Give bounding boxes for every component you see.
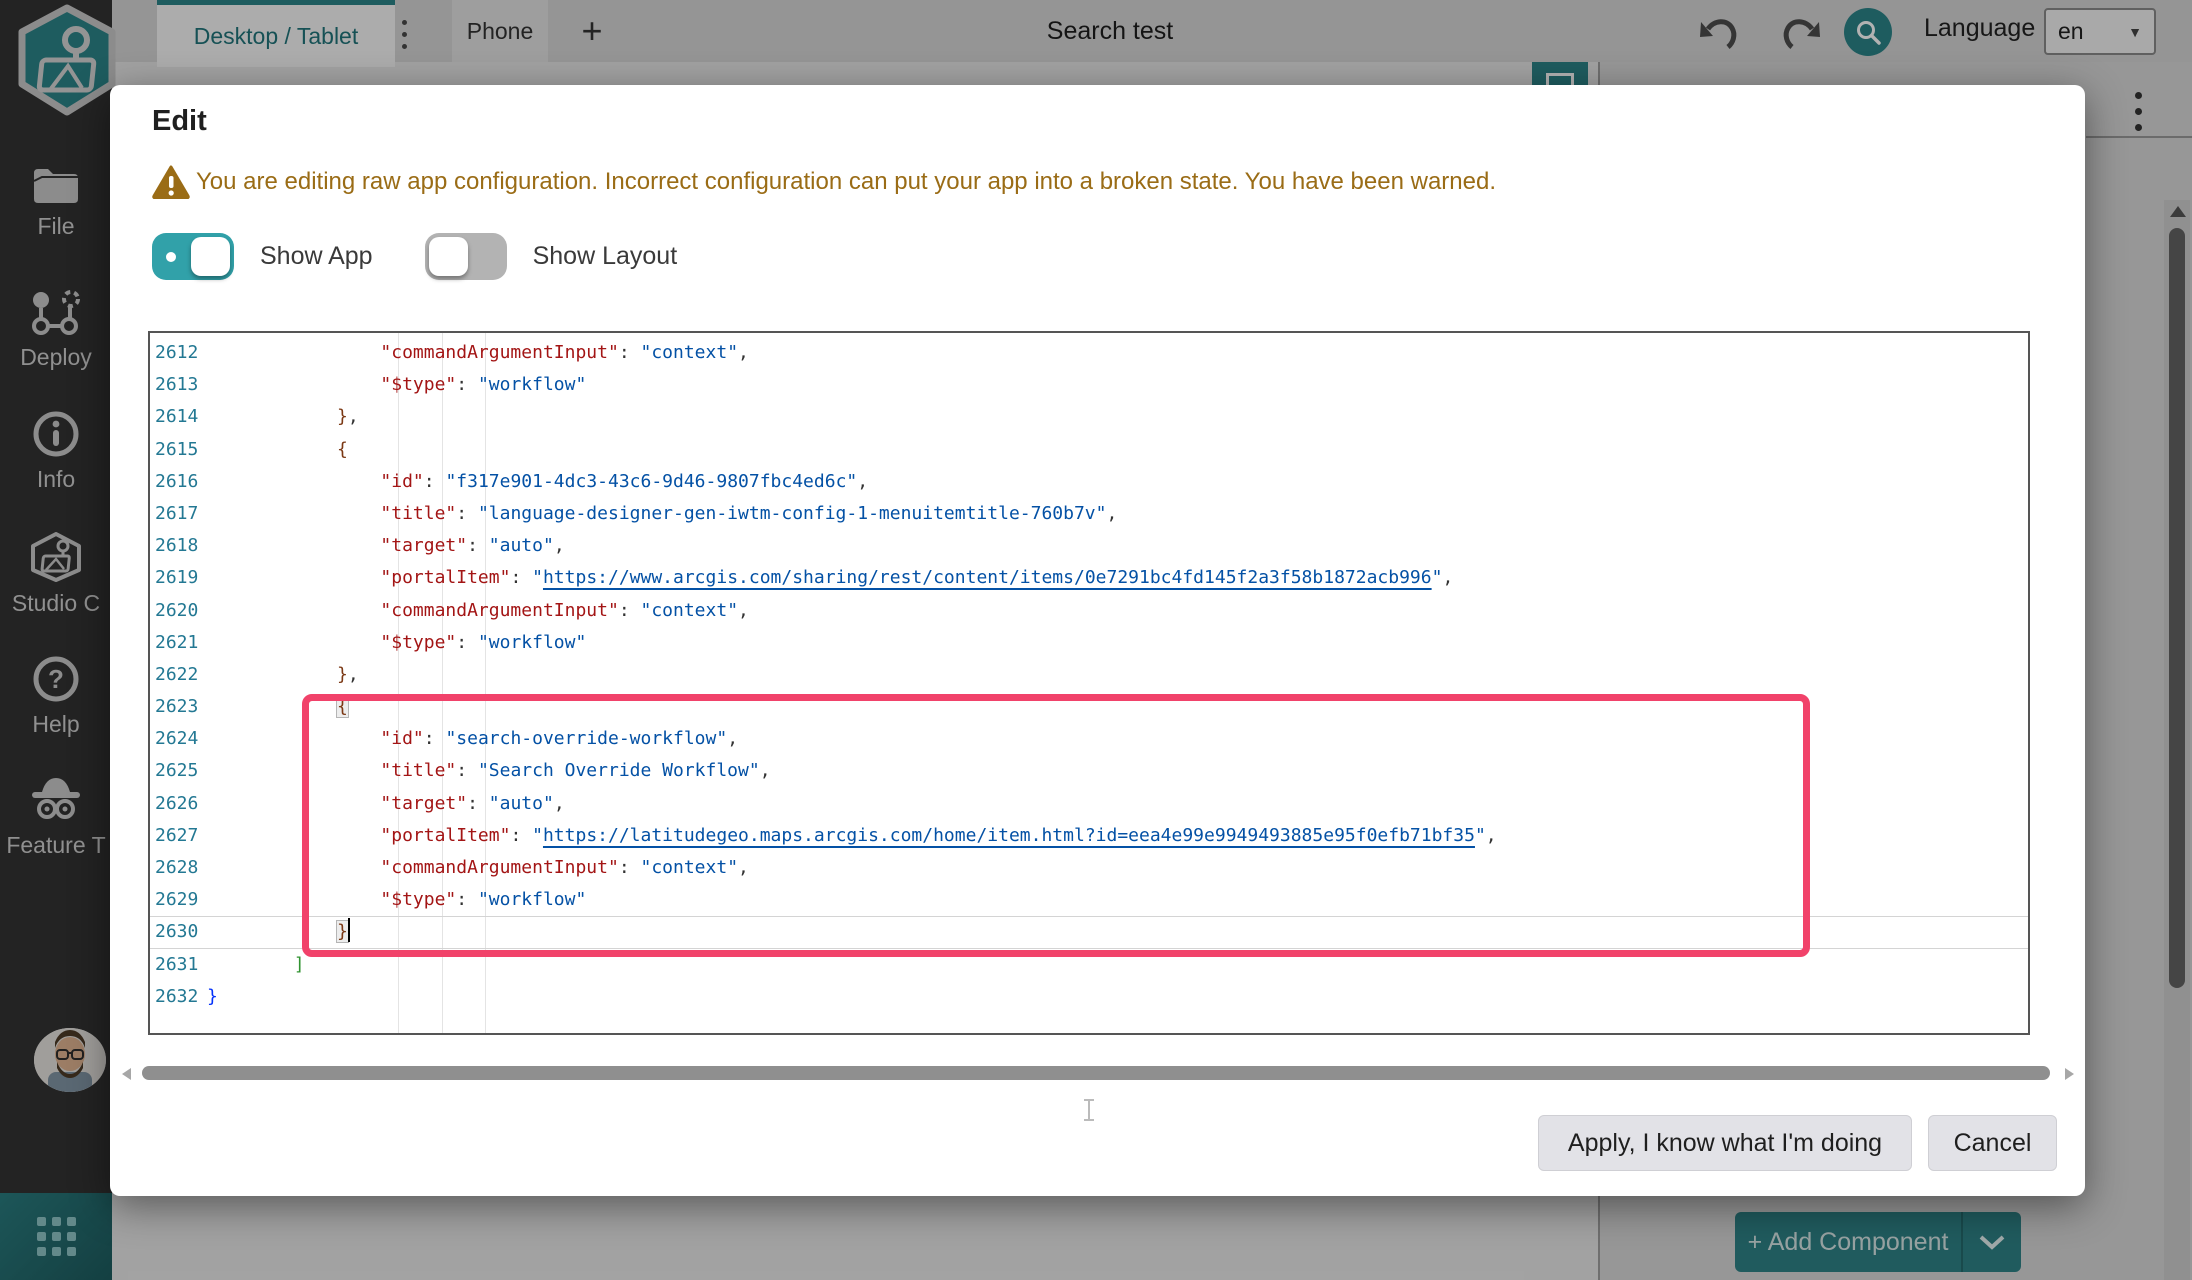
warning-banner: You are editing raw app configuration. I…	[152, 165, 1496, 199]
line-number: 2619	[150, 562, 207, 594]
line-number: 2627	[150, 820, 207, 852]
code-line[interactable]: 2622 },	[150, 659, 2028, 691]
line-number: 2629	[150, 884, 207, 916]
line-number: 2617	[150, 498, 207, 530]
code-text: "id": "f317e901-4dc3-43c6-9d46-9807fbc4e…	[207, 466, 868, 498]
json-code-editor[interactable]: 2612 "commandArgumentInput": "context",2…	[148, 331, 2030, 1035]
code-line[interactable]: 2628 "commandArgumentInput": "context",	[150, 852, 2028, 884]
apply-button[interactable]: Apply, I know what I'm doing	[1538, 1115, 1912, 1171]
line-number: 2630	[150, 916, 207, 948]
code-text: "portalItem": "https://latitudegeo.maps.…	[207, 820, 1497, 852]
code-line[interactable]: 2616 "id": "f317e901-4dc3-43c6-9d46-9807…	[150, 466, 2028, 498]
line-number: 2626	[150, 788, 207, 820]
code-line[interactable]: 2614 },	[150, 401, 2028, 433]
code-text: "$type": "workflow"	[207, 627, 586, 659]
line-number: 2618	[150, 530, 207, 562]
code-text: },	[207, 659, 359, 691]
code-text: "$type": "workflow"	[207, 884, 586, 916]
code-line[interactable]: 2613 "$type": "workflow"	[150, 369, 2028, 401]
code-line[interactable]: 2617 "title": "language-designer-gen-iwt…	[150, 498, 2028, 530]
line-number: 2613	[150, 369, 207, 401]
code-line[interactable]: 2618 "target": "auto",	[150, 530, 2028, 562]
code-text: "portalItem": "https://www.arcgis.com/sh…	[207, 562, 1453, 594]
code-line[interactable]: 2620 "commandArgumentInput": "context",	[150, 595, 2028, 627]
code-text: "id": "search-override-workflow",	[207, 723, 738, 755]
code-text: "title": "Search Override Workflow",	[207, 755, 771, 787]
line-number: 2622	[150, 659, 207, 691]
code-line[interactable]: 2623 {	[150, 691, 2028, 723]
line-number: 2625	[150, 755, 207, 787]
show-layout-toggle[interactable]	[425, 233, 507, 280]
show-layout-label: Show Layout	[533, 242, 678, 271]
edit-config-dialog: Edit You are editing raw app configurati…	[110, 85, 2085, 1196]
code-line[interactable]: 2615 {	[150, 434, 2028, 466]
code-text: {	[207, 691, 348, 723]
code-text: "commandArgumentInput": "context",	[207, 337, 749, 369]
editor-horizontal-scrollbar[interactable]	[120, 1065, 2076, 1081]
text-cursor-pointer	[1088, 1099, 1090, 1121]
code-text: }	[207, 981, 218, 1013]
line-number: 2615	[150, 434, 207, 466]
code-line[interactable]: 2626 "target": "auto",	[150, 788, 2028, 820]
line-number: 2620	[150, 595, 207, 627]
scrollbar-thumb[interactable]	[142, 1066, 2050, 1080]
code-line[interactable]: 2627 "portalItem": "https://latitudegeo.…	[150, 820, 2028, 852]
code-text: }	[207, 916, 350, 948]
warning-text: You are editing raw app configuration. I…	[196, 168, 1496, 196]
toggle-knob	[191, 237, 230, 276]
code-text: "title": "language-designer-gen-iwtm-con…	[207, 498, 1117, 530]
code-text: "target": "auto",	[207, 530, 565, 562]
show-app-toggle[interactable]	[152, 233, 234, 280]
code-line[interactable]: 2619 "portalItem": "https://www.arcgis.c…	[150, 562, 2028, 594]
scroll-left-icon[interactable]	[122, 1068, 131, 1080]
line-number: 2624	[150, 723, 207, 755]
line-number: 2628	[150, 852, 207, 884]
code-line[interactable]: 2630 }	[150, 916, 2028, 948]
code-line[interactable]: 2632}	[150, 981, 2028, 1013]
line-number: 2612	[150, 337, 207, 369]
cancel-button-label: Cancel	[1954, 1129, 2032, 1158]
code-line[interactable]: 2624 "id": "search-override-workflow",	[150, 723, 2028, 755]
code-text: "$type": "workflow"	[207, 369, 586, 401]
code-text: "commandArgumentInput": "context",	[207, 595, 749, 627]
apply-button-label: Apply, I know what I'm doing	[1568, 1129, 1882, 1158]
toggle-on-dot	[166, 252, 176, 262]
code-text: ]	[207, 949, 305, 981]
code-line[interactable]: 2625 "title": "Search Override Workflow"…	[150, 755, 2028, 787]
warning-icon	[152, 165, 190, 199]
code-line[interactable]: 2629 "$type": "workflow"	[150, 884, 2028, 916]
toggle-row: Show App Show Layout	[152, 233, 703, 280]
line-number: 2623	[150, 691, 207, 723]
show-app-label: Show App	[260, 242, 373, 271]
code-text: "target": "auto",	[207, 788, 565, 820]
code-line[interactable]: 2621 "$type": "workflow"	[150, 627, 2028, 659]
line-number: 2632	[150, 981, 207, 1013]
code-line[interactable]: 2631 ]	[150, 949, 2028, 981]
line-number: 2631	[150, 949, 207, 981]
code-text: },	[207, 401, 359, 433]
line-number: 2616	[150, 466, 207, 498]
designer-app: Desktop / Tablet Phone + Search test Lan…	[0, 0, 2192, 1280]
scroll-right-icon[interactable]	[2065, 1068, 2074, 1080]
text-caret	[348, 918, 350, 942]
toggle-knob	[429, 237, 468, 276]
code-text: {	[207, 434, 348, 466]
cancel-button[interactable]: Cancel	[1928, 1115, 2057, 1171]
line-number: 2621	[150, 627, 207, 659]
code-text: "commandArgumentInput": "context",	[207, 852, 749, 884]
code-lines: 2612 "commandArgumentInput": "context",2…	[150, 337, 2028, 1013]
dialog-title: Edit	[152, 105, 207, 138]
code-line[interactable]: 2612 "commandArgumentInput": "context",	[150, 337, 2028, 369]
line-number: 2614	[150, 401, 207, 433]
